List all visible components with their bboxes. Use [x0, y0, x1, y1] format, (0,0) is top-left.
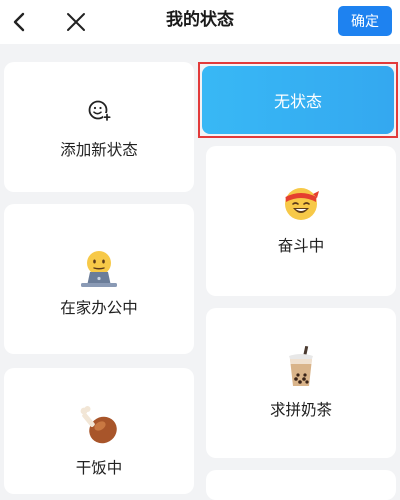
- status-label-eating: 干饭中: [75, 459, 123, 477]
- headband-face-icon: [282, 184, 320, 222]
- status-card-partial[interactable]: [206, 470, 396, 500]
- status-card-eating[interactable]: 干饭中: [4, 368, 194, 494]
- close-icon: [67, 13, 85, 31]
- status-label-add: 添加新状态: [60, 141, 138, 159]
- confirm-button[interactable]: 确定: [338, 6, 392, 36]
- status-card-wfh[interactable]: 在家办公中: [4, 204, 194, 354]
- chicken-leg-icon: [77, 404, 121, 448]
- close-button[interactable]: [60, 6, 92, 38]
- add-emoji-icon: [87, 98, 111, 122]
- status-label-wfh: 在家办公中: [60, 299, 138, 317]
- status-card-none[interactable]: 无状态: [198, 62, 398, 138]
- status-card-add[interactable]: 添加新状态: [4, 62, 194, 192]
- status-label-none: 无状态: [273, 92, 322, 111]
- status-label-working-hard: 奋斗中: [277, 237, 325, 255]
- chevron-left-icon: [13, 12, 25, 32]
- back-button[interactable]: [4, 6, 36, 38]
- status-card-working-hard[interactable]: 奋斗中: [206, 146, 396, 296]
- status-label-bubble-tea: 求拼奶茶: [269, 401, 332, 419]
- status-card-bubble-tea[interactable]: 求拼奶茶: [206, 308, 396, 458]
- top-bar: 我的状态 确定: [0, 0, 400, 44]
- laptop-person-icon: [79, 248, 119, 288]
- status-none-fill: 无状态: [202, 66, 394, 134]
- bubble-tea-icon: [285, 346, 317, 388]
